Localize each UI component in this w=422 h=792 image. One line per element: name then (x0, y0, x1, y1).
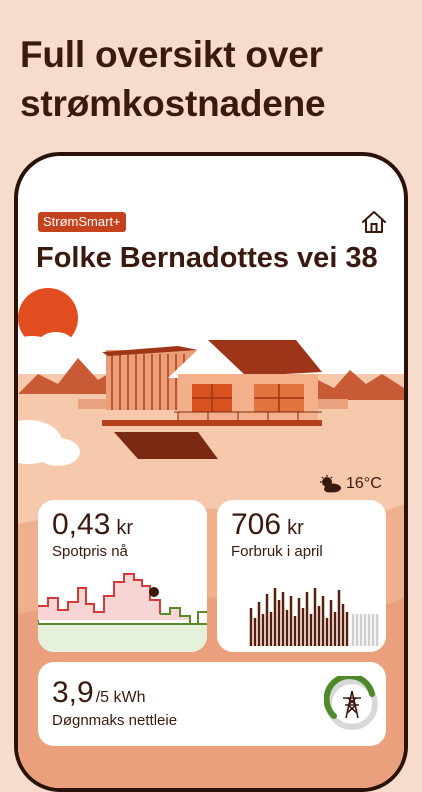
grid-value: 3,9 (52, 676, 94, 709)
partly-cloudy-icon (320, 475, 341, 493)
spot-price-value-row: 0,43 kr (52, 508, 133, 542)
temperature: 16°C (346, 475, 382, 492)
headline-line-1: Full oversikt over (20, 34, 323, 75)
spot-price-value: 0,43 (52, 508, 111, 541)
app-badge: StrømSmart+ (38, 212, 126, 232)
grid-tariff-card[interactable]: 3,9/5 kWh Døgnmaks nettleie (38, 662, 386, 746)
grid-unit: /5 kWh (95, 689, 146, 706)
usage-value-row: 706 kr (231, 508, 304, 542)
headline: Full oversikt over strømkostnadene (20, 30, 410, 128)
address-title: Folke Bernadottes vei 38 (36, 242, 378, 274)
spot-price-card[interactable]: 0,43 kr Spotpris nå (38, 500, 207, 652)
power-pylon-icon (343, 690, 361, 719)
weather-indicator: 16°C (318, 473, 388, 495)
spot-price-unit: kr (116, 517, 134, 539)
usage-bar-chart (249, 588, 379, 646)
headline-line-2: strømkostnadene (20, 83, 326, 124)
usage-unit: kr (287, 517, 304, 539)
grid-label: Døgnmaks nettleie (52, 712, 178, 729)
home-icon[interactable] (361, 210, 387, 234)
grid-value-row: 3,9/5 kWh (52, 676, 146, 710)
usage-value: 706 (231, 508, 282, 541)
usage-card[interactable]: 706 kr Forbruk i april (217, 500, 386, 652)
phone-frame: StrømSmart+ Folke Bernadottes vei 38 16°… (14, 152, 408, 792)
grid-gauge (324, 676, 378, 730)
spot-price-chart (38, 573, 207, 652)
